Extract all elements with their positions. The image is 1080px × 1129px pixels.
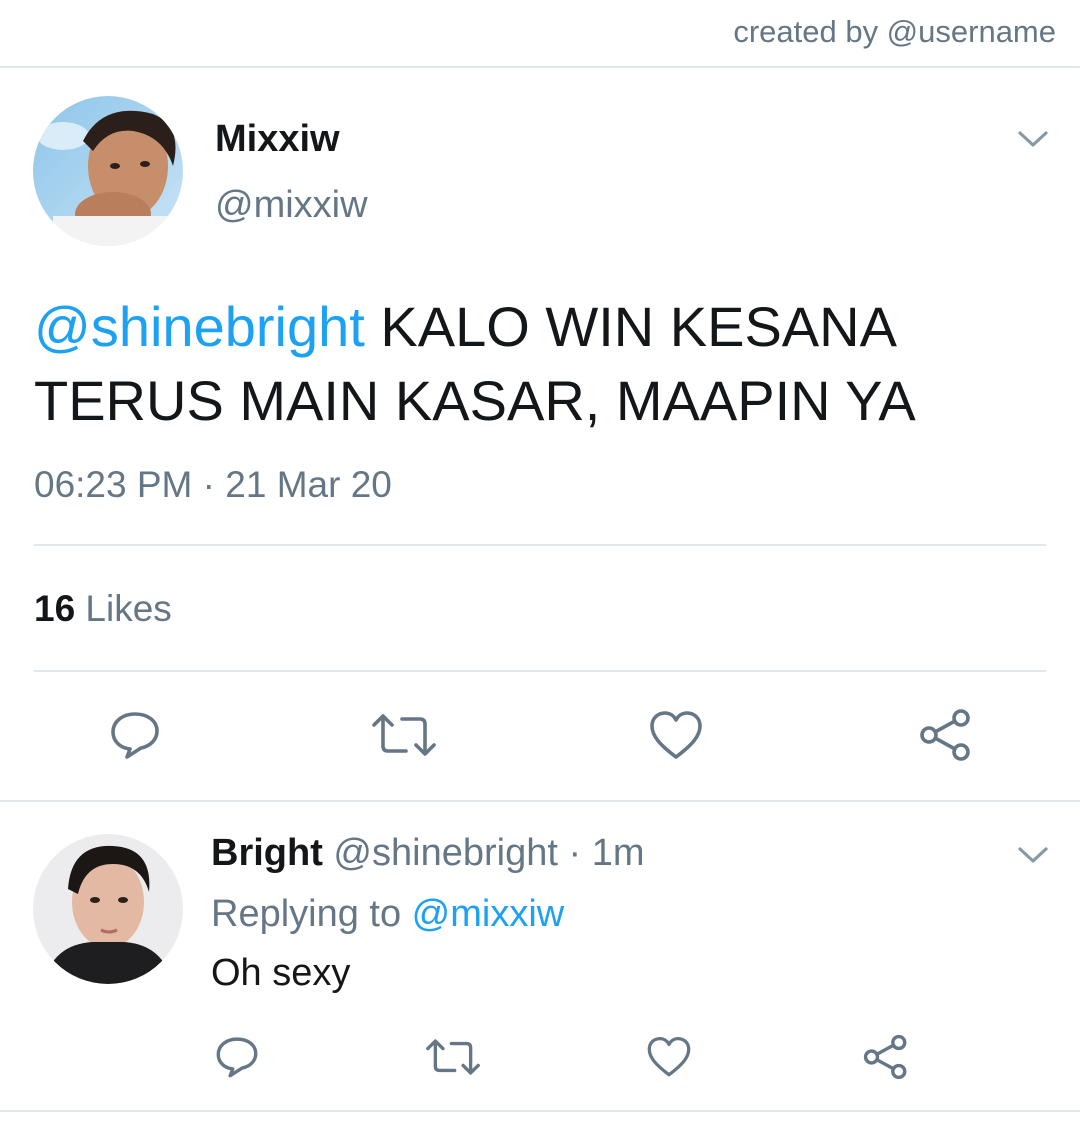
speech-bubble-icon[interactable]: [108, 708, 162, 762]
header-divider: [0, 66, 1080, 68]
divider: [34, 670, 1046, 672]
reply-age: · 1m: [557, 832, 645, 874]
reply-author-avatar[interactable]: [33, 834, 183, 984]
replying-prefix: Replying to: [211, 893, 412, 935]
divider: [34, 544, 1046, 546]
timestamp-separator: ·: [192, 464, 226, 505]
speech-bubble-icon[interactable]: [214, 1034, 260, 1080]
heart-icon[interactable]: [648, 710, 704, 762]
heart-icon[interactable]: [646, 1036, 692, 1079]
chevron-down-icon[interactable]: [1018, 130, 1048, 148]
tweet-date: 21 Mar 20: [225, 464, 392, 505]
author-handle[interactable]: @mixxiw: [215, 184, 368, 227]
likes-stat[interactable]: 16 Likes: [34, 588, 172, 630]
section-divider: [0, 800, 1080, 802]
reply-author-handle[interactable]: @shinebright: [323, 832, 558, 874]
share-icon[interactable]: [918, 708, 974, 762]
tweet-text: @shinebright KALO WIN KESANA TERUS MAIN …: [34, 290, 1044, 438]
tweet-time: 06:23 PM: [34, 464, 193, 505]
bottom-divider: [0, 1110, 1080, 1112]
chevron-down-icon[interactable]: [1018, 846, 1048, 864]
mention-link[interactable]: @shinebright: [34, 295, 365, 358]
retweet-icon[interactable]: [426, 1036, 480, 1078]
replying-to: Replying to @mixxiw: [211, 893, 564, 936]
share-icon[interactable]: [862, 1034, 910, 1080]
reply-author-name[interactable]: Bright: [211, 832, 323, 874]
reply-text: Oh sexy: [211, 952, 351, 994]
likes-label: Likes: [75, 588, 172, 629]
reply-header: Bright @shinebright · 1m: [211, 832, 644, 875]
author-avatar[interactable]: [33, 96, 183, 246]
retweet-icon[interactable]: [372, 710, 436, 760]
replying-handle-link[interactable]: @mixxiw: [412, 893, 565, 935]
tweet-timestamp: 06:23 PM · 21 Mar 20: [34, 464, 392, 506]
creator-credit: created by @username: [733, 14, 1056, 49]
likes-count: 16: [34, 588, 76, 629]
author-name[interactable]: Mixxiw: [215, 118, 340, 161]
